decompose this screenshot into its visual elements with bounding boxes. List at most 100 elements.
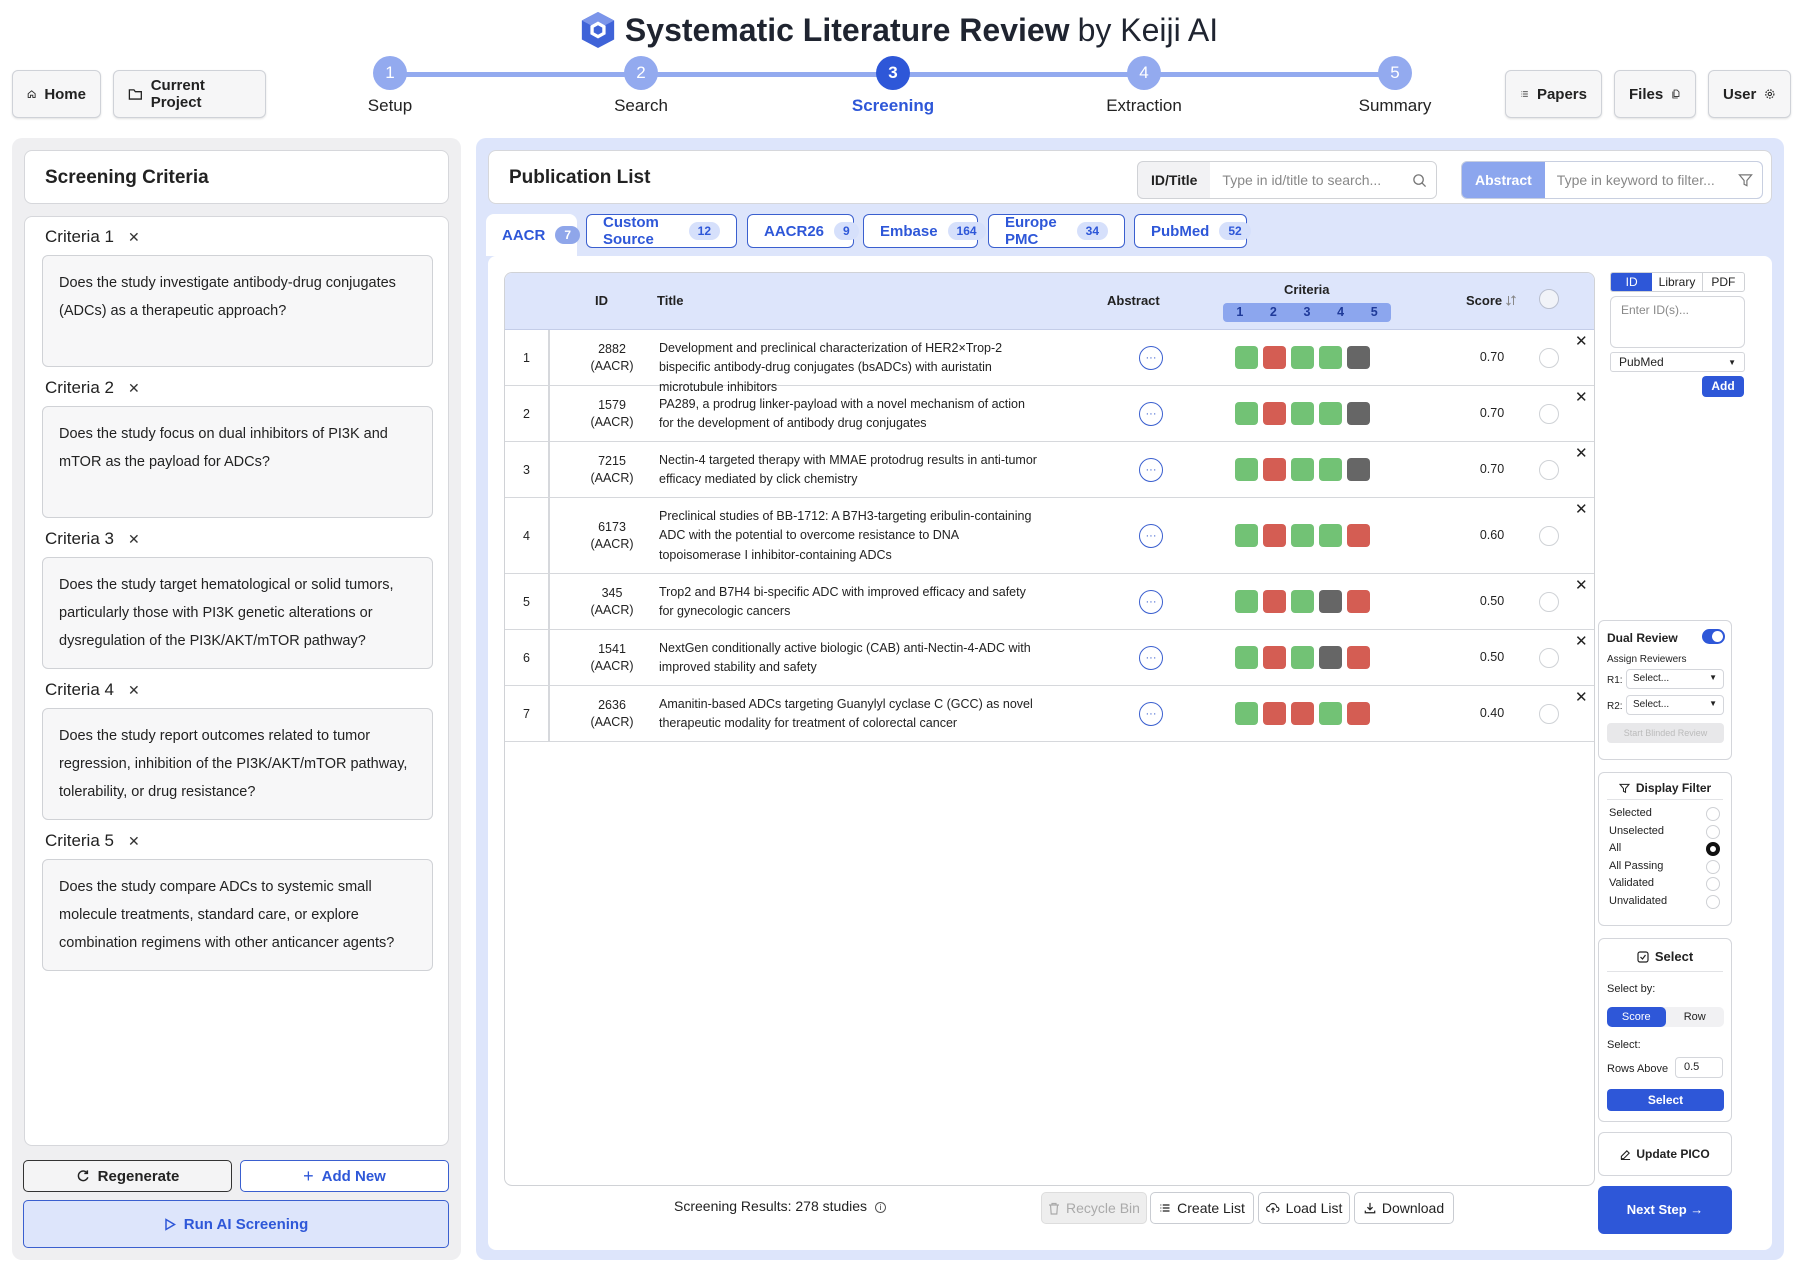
- reviewer-1-select[interactable]: Select... ▼: [1626, 669, 1724, 689]
- step-extraction[interactable]: 4 Extraction: [1084, 56, 1204, 116]
- filter-radio[interactable]: [1706, 807, 1720, 821]
- row-select-checkbox[interactable]: [1539, 348, 1559, 368]
- criteria-4-status[interactable]: [1319, 702, 1342, 725]
- run-ai-screening-button[interactable]: Run AI Screening: [23, 1200, 449, 1248]
- rows-above-input[interactable]: 0.5: [1675, 1057, 1723, 1078]
- dual-review-toggle[interactable]: [1702, 629, 1725, 644]
- criteria-2-status[interactable]: [1263, 458, 1286, 481]
- filter-radio[interactable]: [1706, 824, 1720, 839]
- criteria-1-status[interactable]: [1235, 458, 1258, 481]
- filter-radio[interactable]: [1706, 877, 1720, 891]
- table-row[interactable]: 1 2882 (AACR) Development and preclinical c…: [505, 330, 1594, 394]
- criteria-1-status[interactable]: [1235, 346, 1258, 369]
- tab-library[interactable]: Library: [1652, 273, 1703, 291]
- recycle-bin-button[interactable]: Recycle Bin: [1041, 1192, 1147, 1224]
- download-button[interactable]: Download: [1354, 1192, 1454, 1224]
- select-button[interactable]: Select: [1607, 1089, 1724, 1111]
- criteria-1-status[interactable]: [1235, 590, 1258, 613]
- add-new-criteria-button[interactable]: + Add New: [240, 1160, 449, 1192]
- step-setup[interactable]: 1 Setup: [330, 56, 450, 116]
- row-select-checkbox[interactable]: [1539, 526, 1559, 546]
- criteria-3-status[interactable]: [1291, 346, 1314, 369]
- search-icon[interactable]: [1402, 162, 1436, 198]
- tab-custom-source[interactable]: Custom Source 12: [586, 214, 737, 248]
- filter-radio[interactable]: [1706, 842, 1720, 856]
- remove-criteria-icon[interactable]: ✕: [128, 531, 140, 548]
- table-row[interactable]: 7 2636 (AACR) Amanitin-based ADCs targeting…: [505, 686, 1594, 742]
- row-select-checkbox[interactable]: [1539, 704, 1559, 724]
- abstract-filter[interactable]: Abstract Type in keyword to filter...: [1461, 161, 1763, 199]
- remove-row-icon[interactable]: ✕: [1575, 388, 1588, 406]
- tab-id[interactable]: ID: [1611, 273, 1653, 291]
- step-search[interactable]: 2 Search: [581, 56, 701, 116]
- criteria-5-status[interactable]: [1347, 524, 1370, 547]
- regenerate-button[interactable]: Regenerate: [23, 1160, 232, 1192]
- abstract-more-icon[interactable]: ···: [1139, 346, 1163, 370]
- home-button[interactable]: Home: [12, 70, 101, 118]
- current-project-button[interactable]: Current Project: [113, 70, 266, 118]
- criteria-3-status[interactable]: [1291, 646, 1314, 669]
- table-row[interactable]: 4 6173 (AACR) Preclinical studies of BB-171…: [505, 498, 1594, 574]
- criteria-2-status[interactable]: [1263, 590, 1286, 613]
- remove-criteria-icon[interactable]: ✕: [128, 229, 140, 246]
- next-step-button[interactable]: Next Step →: [1598, 1186, 1732, 1234]
- criteria-5-status[interactable]: [1347, 346, 1370, 369]
- filter-radio[interactable]: [1706, 894, 1720, 909]
- criteria-text-field[interactable]: Does the study focus on dual inhibitors …: [42, 406, 433, 518]
- criteria-1-status[interactable]: [1235, 524, 1258, 547]
- criteria-5-status[interactable]: [1347, 702, 1370, 725]
- criteria-5-status[interactable]: [1347, 402, 1370, 425]
- criteria-4-status[interactable]: [1319, 458, 1342, 481]
- criteria-4-status[interactable]: [1319, 524, 1342, 547]
- id-input[interactable]: Enter ID(s)...: [1610, 296, 1745, 348]
- remove-row-icon[interactable]: ✕: [1575, 688, 1588, 706]
- criteria-3-status[interactable]: [1291, 702, 1314, 725]
- criteria-2-status[interactable]: [1263, 646, 1286, 669]
- segment-score[interactable]: Score: [1607, 1007, 1666, 1027]
- criteria-1-status[interactable]: [1235, 646, 1258, 669]
- tab-aacr26[interactable]: AACR26 9: [747, 214, 859, 248]
- step-screening[interactable]: 3 Screening: [833, 56, 953, 116]
- col-score[interactable]: Score: [1466, 293, 1516, 308]
- remove-criteria-icon[interactable]: ✕: [128, 682, 140, 699]
- table-row[interactable]: 3 7215 (AACR) Nectin-4 targeted therapy wit…: [505, 442, 1594, 498]
- criteria-4-status[interactable]: [1319, 402, 1342, 425]
- reviewer-2-select[interactable]: Select... ▼: [1626, 695, 1724, 715]
- info-icon[interactable]: i: [874, 1202, 886, 1213]
- remove-row-icon[interactable]: ✕: [1575, 500, 1588, 518]
- step-summary[interactable]: 5 Summary: [1335, 56, 1455, 116]
- filter-icon[interactable]: [1728, 162, 1762, 198]
- criteria-4-status[interactable]: [1319, 646, 1342, 669]
- criteria-text-field[interactable]: Does the study target hematological or s…: [42, 557, 433, 669]
- segment-row[interactable]: Row: [1666, 1007, 1725, 1027]
- user-button[interactable]: User: [1708, 70, 1791, 118]
- abstract-more-icon[interactable]: ···: [1139, 646, 1163, 670]
- row-select-checkbox[interactable]: [1539, 592, 1559, 612]
- filter-radio[interactable]: [1706, 859, 1720, 874]
- tab-europe-pmc[interactable]: Europe PMC 34: [988, 214, 1125, 248]
- tab-pdf[interactable]: PDF: [1703, 273, 1744, 291]
- criteria-2-status[interactable]: [1263, 702, 1286, 725]
- remove-criteria-icon[interactable]: ✕: [128, 833, 140, 850]
- row-select-checkbox[interactable]: [1539, 648, 1559, 668]
- update-pico-button[interactable]: Update PICO: [1598, 1132, 1732, 1176]
- remove-criteria-icon[interactable]: ✕: [128, 380, 140, 397]
- criteria-3-status[interactable]: [1291, 402, 1314, 425]
- criteria-1-status[interactable]: [1235, 702, 1258, 725]
- table-row[interactable]: 6 1541 (AACR) NextGen conditionally active …: [505, 630, 1594, 686]
- abstract-more-icon[interactable]: ···: [1139, 524, 1163, 548]
- criteria-4-status[interactable]: [1319, 346, 1342, 369]
- remove-row-icon[interactable]: ✕: [1575, 632, 1588, 650]
- row-select-checkbox[interactable]: [1539, 404, 1559, 424]
- id-title-search[interactable]: ID/Title Type in id/title to search...: [1137, 161, 1437, 199]
- criteria-2-status[interactable]: [1263, 402, 1286, 425]
- criteria-text-field[interactable]: Does the study report outcomes related t…: [42, 708, 433, 820]
- remove-row-icon[interactable]: ✕: [1575, 576, 1588, 594]
- criteria-3-status[interactable]: [1291, 590, 1314, 613]
- search-input[interactable]: Type in id/title to search...: [1210, 162, 1402, 198]
- add-id-button[interactable]: Add: [1702, 376, 1744, 397]
- criteria-1-status[interactable]: [1235, 402, 1258, 425]
- files-button[interactable]: Files: [1614, 70, 1696, 118]
- criteria-4-status[interactable]: [1319, 590, 1342, 613]
- start-blinded-review-button[interactable]: Start Blinded Review: [1607, 723, 1724, 743]
